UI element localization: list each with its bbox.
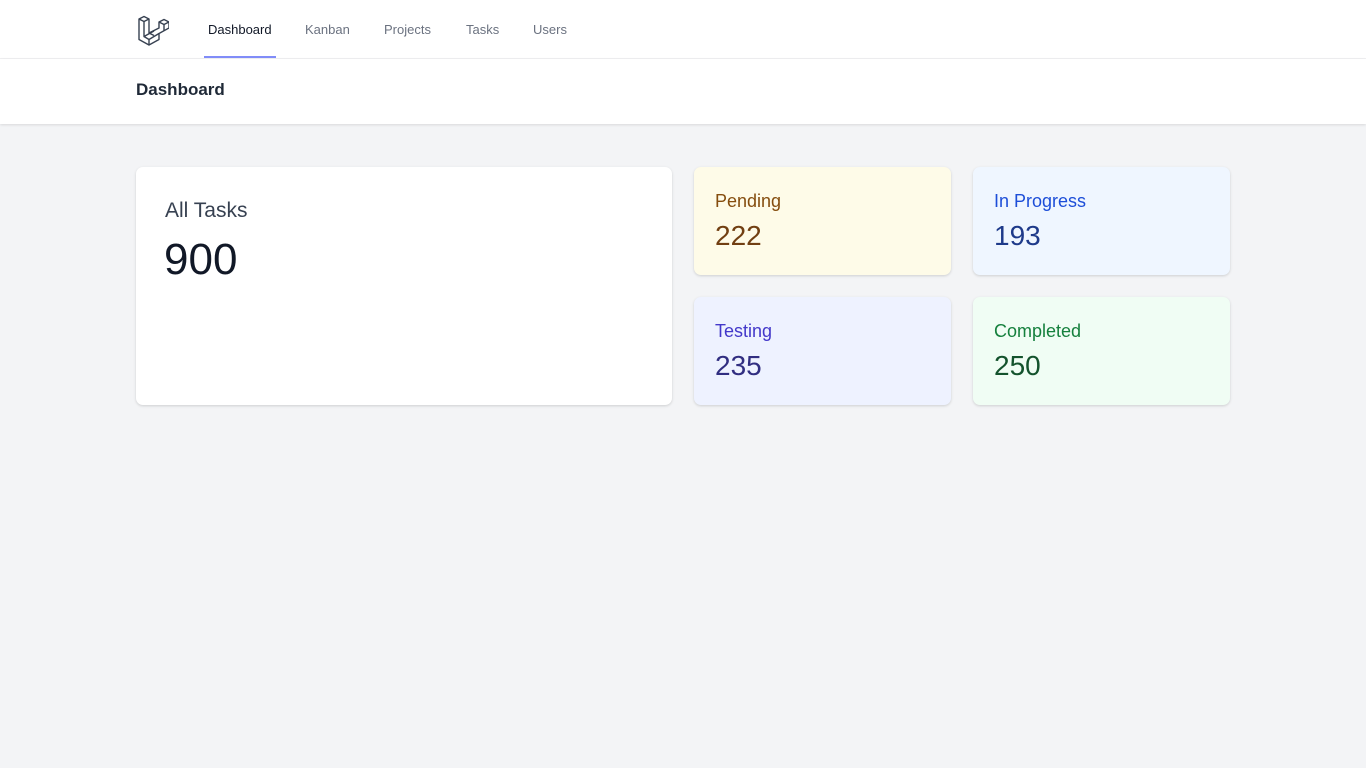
pending-count: 222 [715, 220, 762, 251]
nav-link-users[interactable]: Users [533, 0, 567, 58]
testing-label: Testing [715, 321, 773, 341]
pending-label: Pending [715, 191, 782, 211]
all-tasks-label: All Tasks [165, 199, 248, 222]
nav-link-kanban[interactable]: Kanban [305, 0, 350, 58]
completed-card: Completed 250 [973, 297, 1230, 405]
page-header: Dashboard [0, 59, 1366, 124]
all-tasks-count: 900 [164, 235, 238, 284]
top-navigation: Dashboard Kanban Projects Tasks Users [0, 0, 1366, 59]
pending-card: Pending 222 [694, 167, 951, 275]
testing-count: 235 [715, 350, 762, 381]
all-tasks-card: All Tasks 900 [136, 167, 672, 405]
nav-link-projects[interactable]: Projects [384, 0, 431, 58]
in-progress-card: In Progress 193 [973, 167, 1230, 275]
in-progress-label: In Progress [994, 191, 1087, 211]
nav-link-tasks[interactable]: Tasks [466, 0, 499, 58]
laravel-logo-icon[interactable] [137, 14, 170, 46]
completed-count: 250 [994, 350, 1041, 381]
page-title: Dashboard [136, 80, 225, 99]
nav-link-dashboard[interactable]: Dashboard [204, 0, 276, 58]
testing-card: Testing 235 [694, 297, 951, 405]
completed-label: Completed [994, 321, 1082, 341]
in-progress-count: 193 [994, 220, 1041, 251]
